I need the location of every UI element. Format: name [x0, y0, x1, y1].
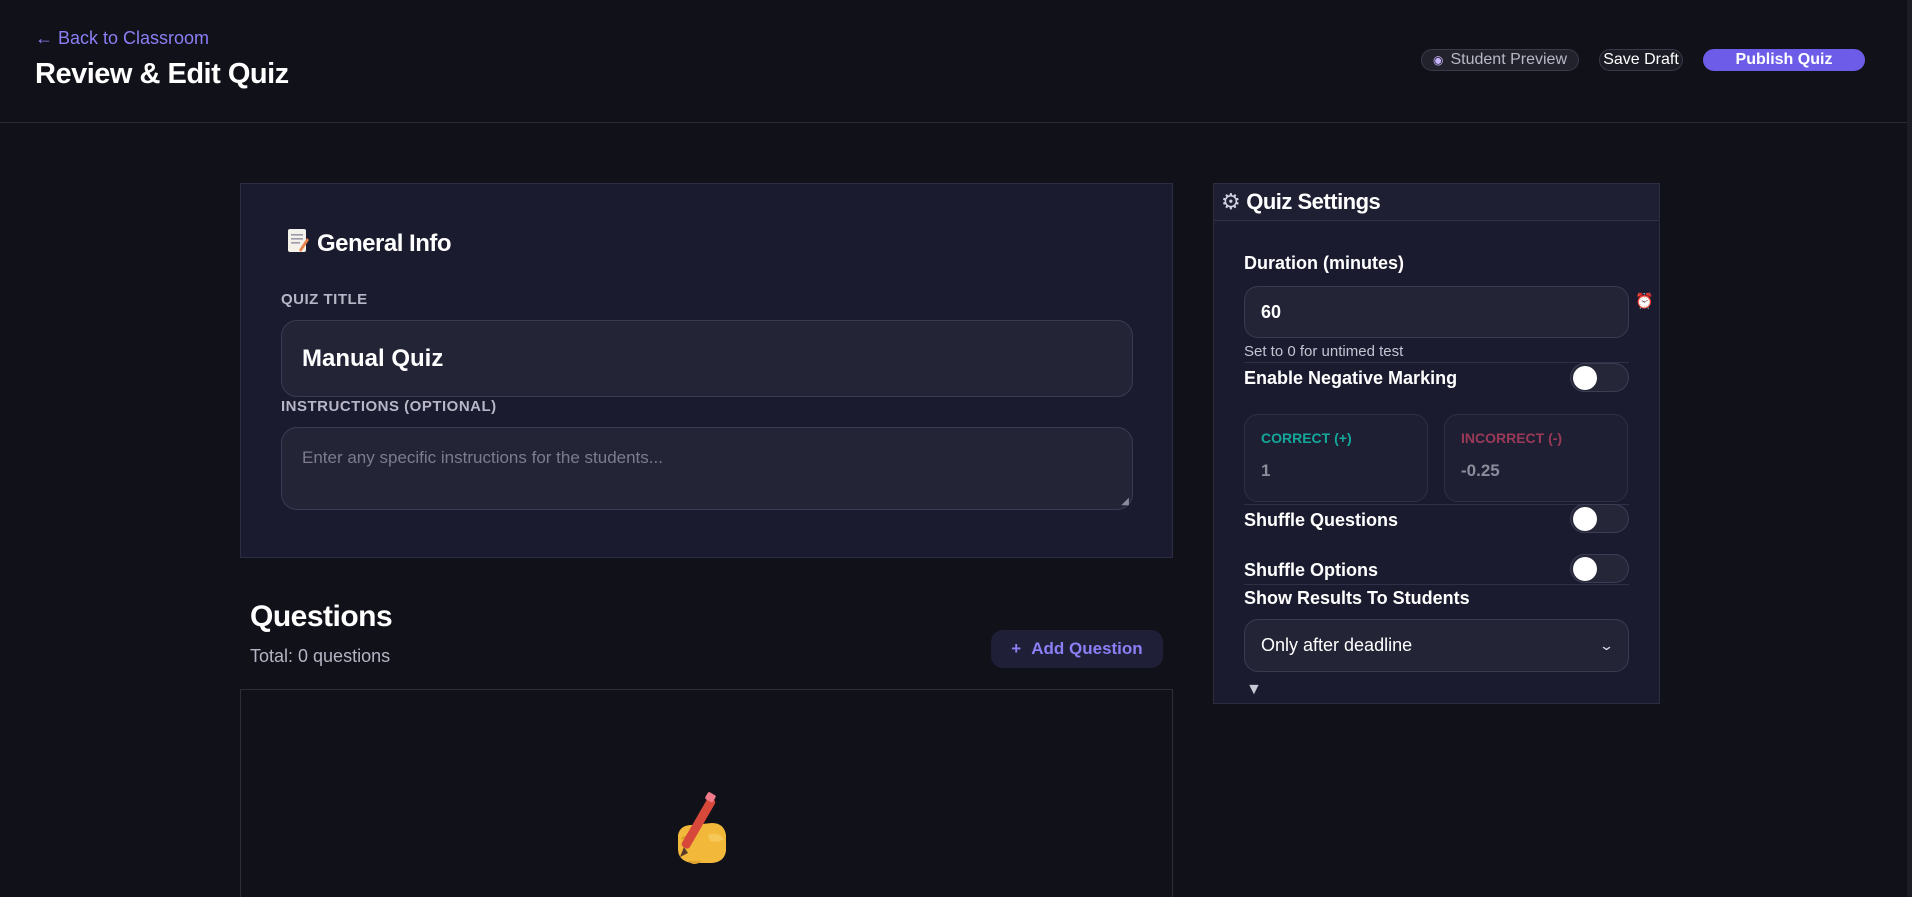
- incorrect-mark-label: INCORRECT (-): [1461, 430, 1563, 446]
- instructions-placeholder: Enter any specific instructions for the …: [302, 448, 663, 467]
- divider: [1244, 362, 1629, 363]
- scrollbar[interactable]: [1907, 0, 1912, 897]
- writing-hand-icon: [668, 791, 748, 871]
- instructions-textarea[interactable]: Enter any specific instructions for the …: [281, 427, 1133, 510]
- duration-label: Duration (minutes): [1244, 253, 1404, 273]
- show-results-select[interactable]: Only after deadline ⌄: [1244, 619, 1629, 672]
- correct-mark-label: CORRECT (+): [1261, 430, 1352, 446]
- quiz-title-input[interactable]: Manual Quiz: [281, 320, 1133, 397]
- toggle-knob: [1573, 507, 1597, 531]
- show-results-label: Show Results To Students: [1244, 588, 1470, 608]
- divider: [1244, 504, 1629, 505]
- quiz-title-label: QUIZ TITLE: [281, 291, 368, 308]
- duration-hint: Set to 0 for untimed test: [1244, 343, 1404, 360]
- resize-handle-icon[interactable]: ◢: [1121, 496, 1129, 507]
- duration-input[interactable]: 60: [1244, 286, 1629, 338]
- toggle-knob: [1573, 366, 1597, 390]
- quiz-settings-header[interactable]: ⚙ Quiz Settings: [1214, 184, 1659, 221]
- top-bar: ← Back to Classroom Review & Edit Quiz ◉…: [0, 0, 1912, 123]
- questions-empty-state: [240, 689, 1173, 897]
- general-info-heading-text: General Info: [317, 230, 452, 257]
- back-to-classroom-link[interactable]: ← Back to Classroom: [35, 28, 209, 49]
- plus-icon: +: [1011, 639, 1022, 658]
- incorrect-mark-field[interactable]: INCORRECT (-) -0.25: [1444, 414, 1628, 502]
- chevron-down-icon: ⌄: [1598, 637, 1615, 653]
- page-title: Review & Edit Quiz: [35, 58, 289, 90]
- questions-total: Total: 0 questions: [250, 646, 391, 666]
- gear-icon: ⚙: [1221, 189, 1241, 214]
- save-draft-button[interactable]: Save Draft: [1599, 49, 1683, 71]
- memo-icon: [287, 228, 309, 260]
- correct-mark-value: 1: [1261, 461, 1271, 480]
- add-question-label: Add Question: [1031, 639, 1143, 658]
- alarm-clock-icon: ⏰: [1635, 293, 1654, 310]
- student-preview-button[interactable]: ◉ Student Preview: [1421, 49, 1579, 71]
- divider: [1244, 584, 1629, 585]
- student-preview-label: Student Preview: [1450, 51, 1567, 68]
- instructions-label: INSTRUCTIONS (OPTIONAL): [281, 398, 497, 415]
- shuffle-options-label: Shuffle Options: [1244, 560, 1378, 580]
- negative-marking-label: Enable Negative Marking: [1244, 368, 1458, 388]
- show-results-value: Only after deadline: [1261, 635, 1413, 655]
- eye-icon: ◉: [1433, 53, 1444, 67]
- incorrect-mark-value: -0.25: [1461, 461, 1500, 480]
- collapse-triangle-icon[interactable]: ▼: [1246, 681, 1262, 699]
- publish-quiz-button[interactable]: Publish Quiz: [1703, 49, 1865, 71]
- questions-heading: Questions: [250, 600, 393, 633]
- add-question-button[interactable]: + Add Question: [991, 630, 1163, 668]
- toggle-knob: [1573, 557, 1597, 581]
- quiz-settings-heading: Quiz Settings: [1246, 189, 1381, 214]
- correct-mark-field[interactable]: CORRECT (+) 1: [1244, 414, 1428, 502]
- shuffle-options-toggle[interactable]: [1570, 554, 1629, 583]
- quiz-settings-card: ⚙ Quiz Settings Duration (minutes) 60 ⏰ …: [1213, 183, 1660, 704]
- shuffle-questions-label: Shuffle Questions: [1244, 510, 1399, 530]
- general-info-heading: General Info: [287, 228, 452, 260]
- shuffle-questions-toggle[interactable]: [1570, 504, 1629, 533]
- negative-marking-toggle[interactable]: [1570, 363, 1629, 392]
- general-info-card: General Info QUIZ TITLE Manual Quiz INST…: [240, 183, 1173, 558]
